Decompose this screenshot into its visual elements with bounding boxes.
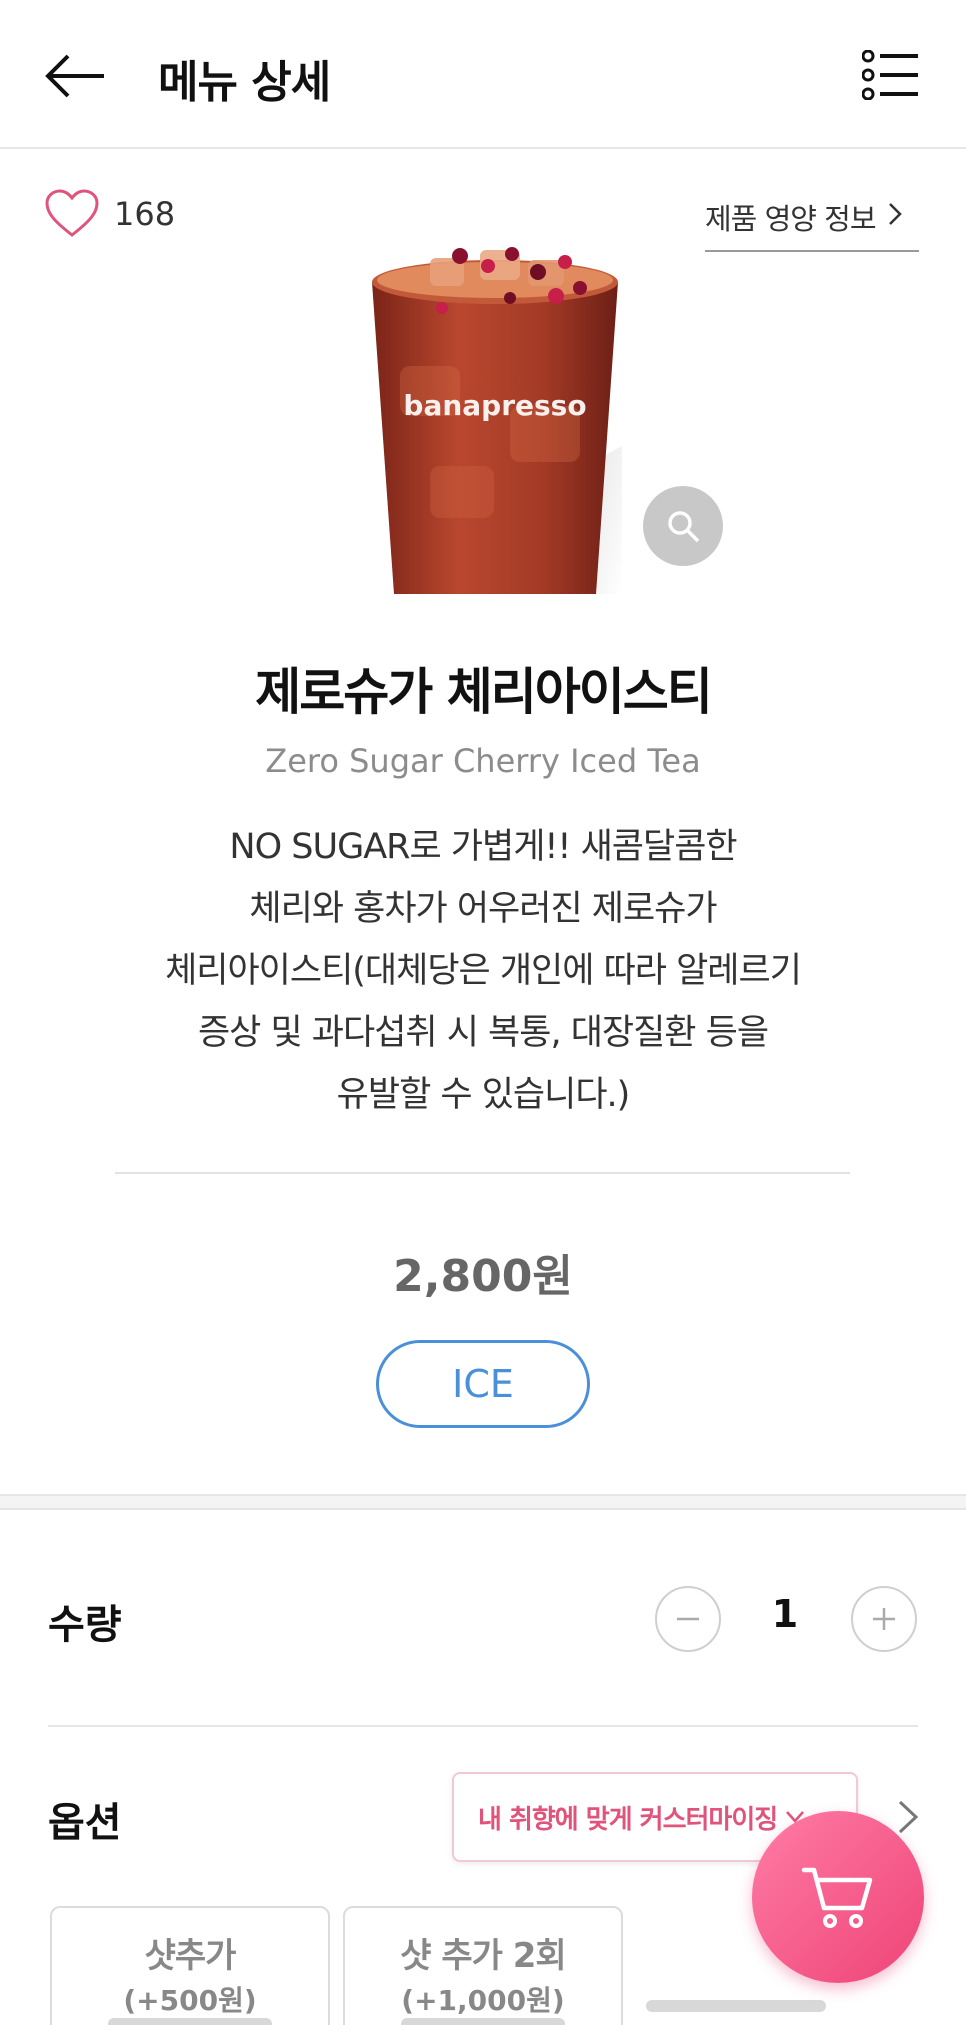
chevron-right-icon [898,1800,919,1834]
product-name-ko: 제로슈가 체리아이스티 [255,663,712,721]
minus-icon [677,1617,699,1621]
back-button[interactable] [44,48,108,104]
nutrition-info-link[interactable]: 제품 영양 정보 [705,196,919,252]
section-divider [0,1494,966,1510]
cart-icon [801,1867,873,1928]
description-line: 증상 및 과다섭취 시 복통, 대장질환 등을 [197,1013,769,1053]
search-icon [668,511,700,543]
option-card[interactable]: 샷추가 (+500원) [50,1906,330,2025]
description-line: 체리와 홍차가 어우러진 제로슈가 [249,889,717,929]
option-name: 샷추가 [144,1936,237,1976]
chevron-right-icon [888,203,902,225]
divider [115,1172,850,1174]
quantity-decrease-button[interactable] [655,1586,721,1652]
product-image: banapresso [360,236,630,594]
description-line: NO SUGAR로 가볍게!! 새콤달콤한 [229,827,737,867]
scroll-indicator [401,2018,565,2025]
quantity-value: 1 [771,1592,799,1636]
cart-button[interactable] [752,1811,924,1983]
page-title: 메뉴 상세 [158,57,331,108]
nutrition-info-label: 제품 영양 정보 [705,202,877,236]
svg-text:banapresso: banapresso [403,389,586,422]
list-icon [861,49,918,101]
option-card[interactable]: 샷 추가 2회 (+1,000원) [343,1906,623,2025]
heart-icon [45,189,99,237]
like-count: 168 [114,195,176,233]
quantity-increase-button[interactable] [851,1586,917,1652]
plus-icon [873,1608,895,1630]
product-name-en: Zero Sugar Cherry Iced Tea [265,742,701,780]
description-line: 유발할 수 있습니다.) [336,1075,631,1115]
options-label: 옵션 [48,1800,122,1846]
scroll-indicator [646,2000,826,2012]
option-name: 샷 추가 2회 [400,1936,566,1976]
divider [48,1725,918,1727]
arrow-left-icon [45,54,104,98]
customize-label: 내 취향에 맞게 커스터마이징 [478,1804,778,1835]
option-price: (+1,000원) [401,1984,565,2017]
option-price: (+500원) [123,1984,257,2017]
product-description: NO SUGAR로 가볍게!! 새콤달콤한 체리와 홍차가 어우러진 제로슈가 … [110,816,856,1126]
scroll-indicator [108,2018,272,2025]
temperature-ice-button[interactable]: ICE [376,1340,590,1428]
zoom-image-button[interactable] [643,486,723,566]
header-bar: 메뉴 상세 [0,0,966,149]
description-line: 체리아이스티(대체당은 개인에 따라 알레르기 [165,951,802,991]
like-button[interactable]: 168 [44,186,184,242]
quantity-label: 수량 [48,1602,122,1648]
menu-list-button[interactable] [861,49,920,101]
product-price: 2,800원 [393,1251,573,1302]
options-more-button[interactable] [896,1798,920,1836]
